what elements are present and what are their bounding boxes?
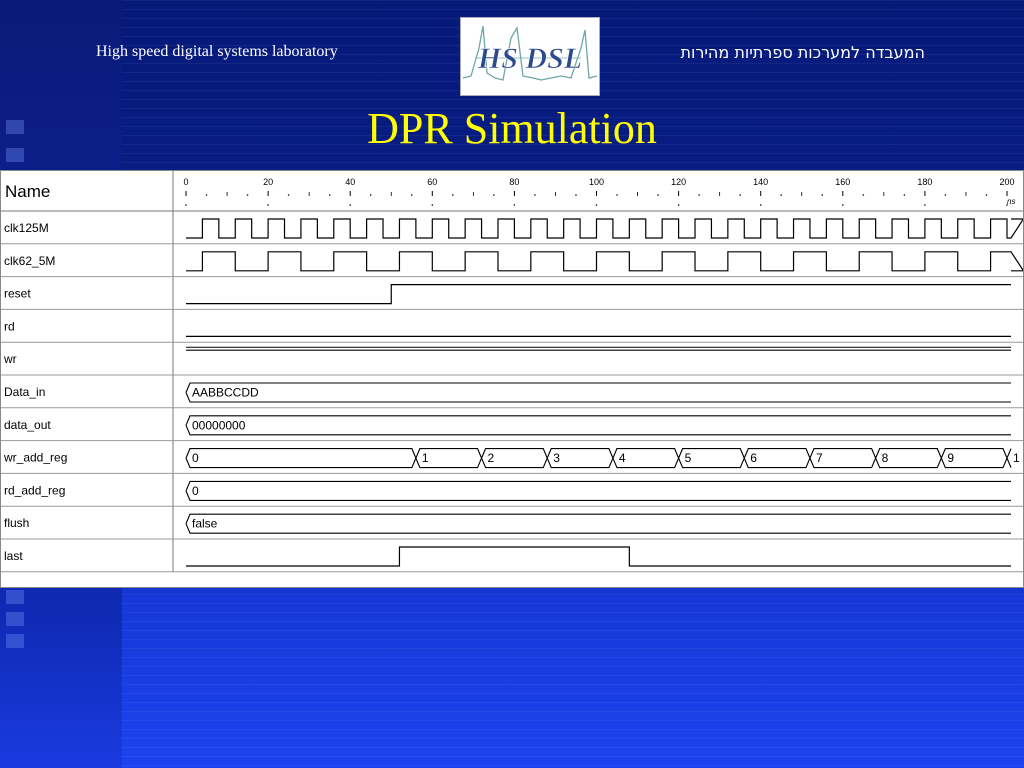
signal-wave-bit bbox=[186, 284, 1011, 305]
time-tick-label: 140 bbox=[753, 177, 768, 187]
time-minor-dot bbox=[287, 194, 290, 196]
time-minor-dot bbox=[985, 194, 988, 196]
time-minor-dot bbox=[205, 194, 208, 196]
time-minor-dot bbox=[944, 194, 947, 196]
time-tick-label: 80 bbox=[509, 177, 519, 187]
time-minor-dot bbox=[493, 194, 495, 196]
time-tick-label: 60 bbox=[427, 177, 437, 187]
time-tick-label: 40 bbox=[345, 177, 355, 187]
bus-value-label: false bbox=[192, 517, 218, 531]
time-minor-dot bbox=[657, 194, 659, 196]
bus-value-label: 4 bbox=[619, 451, 626, 465]
bus-value-label: 9 bbox=[947, 451, 954, 465]
time-minor-dot bbox=[862, 194, 865, 196]
logo-text: HS DSL bbox=[477, 42, 582, 75]
lab-logo: HS DSL bbox=[460, 17, 600, 96]
time-minor-dot bbox=[534, 194, 536, 196]
time-minor-dot bbox=[903, 194, 906, 196]
signal-name: flush bbox=[4, 516, 29, 530]
lab-name-hebrew: המעבדה למערכות ספרתיות מהירות bbox=[680, 43, 925, 62]
bus-value-label: 1 bbox=[1013, 451, 1020, 465]
bus-value-label: 7 bbox=[816, 451, 823, 465]
time-minor-dot bbox=[328, 194, 331, 196]
decor-square bbox=[6, 590, 24, 604]
time-unit-label: ns bbox=[1007, 197, 1015, 206]
signal-wave-clock bbox=[186, 251, 1024, 272]
signal-name: reset bbox=[4, 287, 31, 301]
bus-segment bbox=[185, 513, 1011, 534]
time-dot bbox=[924, 204, 926, 206]
signal-name: rd_add_reg bbox=[4, 483, 65, 497]
bus-segment bbox=[185, 448, 417, 469]
signal-name: data_out bbox=[4, 418, 51, 432]
time-minor-dot bbox=[369, 194, 372, 196]
slide-title: DPR Simulation bbox=[367, 104, 657, 153]
decor-square bbox=[6, 634, 24, 648]
signal-name: wr bbox=[3, 352, 17, 366]
bus-value-label: 8 bbox=[882, 451, 889, 465]
time-dot bbox=[513, 204, 516, 206]
time-minor-dot bbox=[780, 194, 783, 196]
time-dot bbox=[595, 204, 598, 206]
bus-value-label: 0 bbox=[192, 451, 199, 465]
time-minor-dot bbox=[698, 194, 700, 196]
time-tick-label: 180 bbox=[917, 177, 932, 187]
time-tick-label: 100 bbox=[589, 177, 604, 187]
time-minor-dot bbox=[575, 194, 577, 196]
time-dot bbox=[349, 204, 352, 206]
time-dot bbox=[842, 204, 844, 206]
bus-value-label: 5 bbox=[685, 451, 692, 465]
waveform-panel: Name 0 20 40 60 80 100 120 140 160 180 200 ns clk125M… bbox=[0, 170, 1024, 588]
bus-segment bbox=[185, 480, 1011, 501]
time-minor-dot bbox=[246, 194, 249, 196]
signal-name: Data_in bbox=[4, 385, 45, 399]
time-dot bbox=[677, 204, 680, 206]
bus-value-label: 0 bbox=[192, 484, 199, 498]
time-dot bbox=[759, 204, 762, 206]
time-tick-label: 20 bbox=[263, 177, 273, 187]
name-column-header: Name bbox=[5, 182, 50, 201]
bus-value-label: 6 bbox=[750, 451, 757, 465]
time-minor-dot bbox=[739, 194, 741, 196]
time-minor-dot bbox=[452, 194, 454, 196]
bus-segment bbox=[185, 382, 1011, 403]
time-minor-dot bbox=[410, 194, 413, 196]
time-tick-label: 0 bbox=[183, 177, 188, 187]
signal-name: last bbox=[4, 549, 23, 563]
bus-value-label: AABBCCDD bbox=[192, 386, 259, 400]
signal-name: clk62_5M bbox=[4, 254, 55, 268]
signal-wave-clock bbox=[186, 218, 1024, 239]
signal-name: wr_add_reg bbox=[3, 451, 67, 465]
signal-name: rd bbox=[4, 319, 15, 333]
bus-value-label: 3 bbox=[553, 451, 560, 465]
time-dot bbox=[267, 204, 269, 206]
decor-square bbox=[6, 612, 24, 626]
bus-segment bbox=[1006, 448, 1012, 468]
time-minor-dot bbox=[616, 194, 618, 196]
lab-name: High speed digital systems laboratory bbox=[96, 43, 338, 60]
time-dot bbox=[185, 204, 187, 206]
time-tick-label: 160 bbox=[835, 177, 850, 187]
bus-value-label: 00000000 bbox=[192, 418, 246, 432]
time-minor-dot bbox=[821, 194, 824, 196]
logo-graphic: HS DSL bbox=[462, 25, 598, 81]
signal-name: clk125M bbox=[4, 221, 49, 235]
signal-wave-bit bbox=[186, 546, 1011, 567]
time-dot bbox=[431, 204, 434, 206]
bus-value-label: 2 bbox=[488, 451, 495, 465]
time-tick-label: 200 bbox=[999, 177, 1014, 187]
waveform-viewer: Name 0 20 40 60 80 100 120 140 160 180 200nsclk125M… bbox=[1, 171, 1024, 573]
bus-segment bbox=[185, 415, 1011, 436]
time-tick-label: 120 bbox=[671, 177, 686, 187]
bus-value-label: 1 bbox=[422, 451, 429, 465]
